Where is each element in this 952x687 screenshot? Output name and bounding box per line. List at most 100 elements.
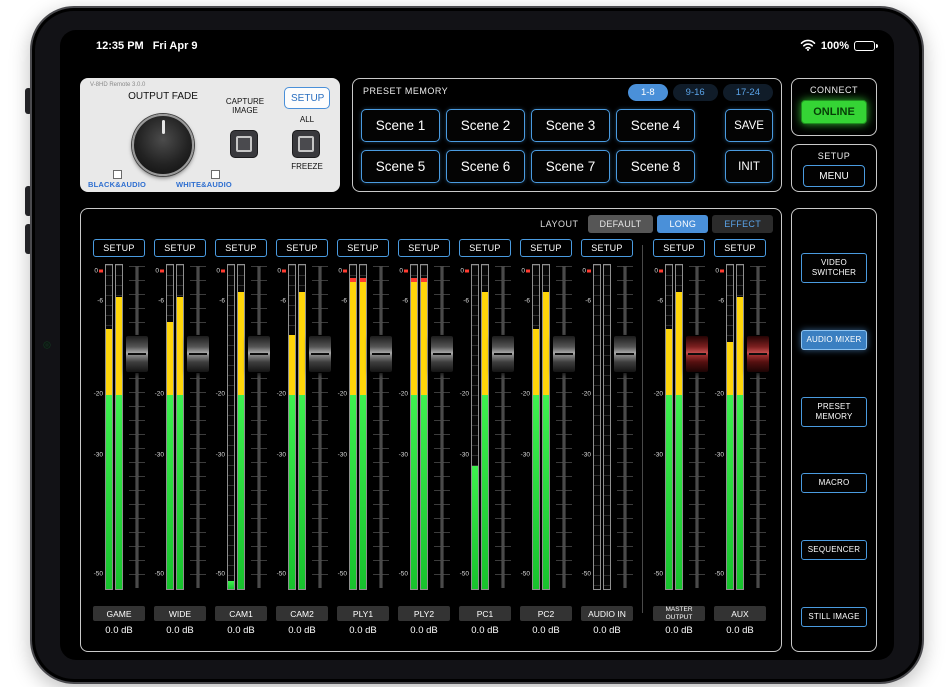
- channel-strip-game: SETUP0-6-20-30-50GAME0.0 dB: [89, 239, 149, 647]
- save-button[interactable]: SAVE: [725, 109, 773, 142]
- layout-option-effect[interactable]: EFFECT: [712, 215, 773, 233]
- sidebar-item-sequencer[interactable]: SEQUENCER: [801, 540, 867, 560]
- channel-setup-button-game[interactable]: SETUP: [93, 239, 145, 257]
- fader-knob[interactable]: [491, 335, 515, 373]
- fader-track: [696, 266, 699, 588]
- fader-knob[interactable]: [247, 335, 271, 373]
- fader[interactable]: [746, 264, 770, 590]
- fader[interactable]: [247, 264, 271, 590]
- channel-setup-button-audio-in[interactable]: SETUP: [581, 239, 633, 257]
- layout-option-long[interactable]: LONG: [657, 215, 708, 233]
- channel-setup-button-cam2[interactable]: SETUP: [276, 239, 328, 257]
- white-audio-label: WHITE&AUDIO: [176, 180, 232, 189]
- channel-setup-button-aux[interactable]: SETUP: [714, 239, 766, 257]
- fader-knob[interactable]: [369, 335, 393, 373]
- freeze-button[interactable]: [292, 130, 320, 158]
- scene-button-scene-4[interactable]: Scene 4: [616, 109, 695, 142]
- fader[interactable]: [186, 264, 210, 590]
- db-scale-label: -20: [338, 391, 347, 398]
- layout-options: DEFAULTLONGEFFECT: [588, 215, 773, 233]
- layout-option-default[interactable]: DEFAULT: [588, 215, 654, 233]
- meter-area: 0-6-20-30-50: [577, 264, 637, 590]
- channel-strip-cam2: SETUP0-6-20-30-50CAM20.0 dB: [272, 239, 332, 647]
- db-scale-label: -30: [277, 451, 286, 458]
- scene-button-scene-6[interactable]: Scene 6: [446, 150, 525, 183]
- fader-knob[interactable]: [308, 335, 332, 373]
- scene-button-scene-7[interactable]: Scene 7: [531, 150, 610, 183]
- channel-setup-button-cam1[interactable]: SETUP: [215, 239, 267, 257]
- app-screen: 12:35 PM Fri Apr 9 100%: [60, 30, 894, 660]
- channel-name-label: GAME: [93, 606, 145, 621]
- fader[interactable]: [613, 264, 637, 590]
- fader-knob[interactable]: [613, 335, 637, 373]
- db-scale-label: 0: [155, 267, 164, 274]
- fader[interactable]: [125, 264, 149, 590]
- ipad-frame: 12:35 PM Fri Apr 9 100%: [30, 6, 924, 684]
- db-scale-label: -50: [521, 570, 530, 577]
- level-meter-right: [481, 264, 489, 590]
- channel-setup-button-ply1[interactable]: SETUP: [337, 239, 389, 257]
- preset-memory-panel: PRESET MEMORY 1-89-1617-24 Scene 1Scene …: [352, 78, 782, 192]
- preset-tab-17-24[interactable]: 17-24: [723, 84, 773, 101]
- fader-knob[interactable]: [125, 335, 149, 373]
- meter-area: 0-6-20-30-50: [272, 264, 332, 590]
- meter-yellow-fill: [421, 282, 427, 395]
- db-scale-label: 0: [216, 267, 225, 274]
- sidebar-item-audio-mixer[interactable]: AUDIO MIXER: [801, 330, 867, 350]
- output-fade-knob[interactable]: [132, 114, 194, 176]
- fader-knob[interactable]: [430, 335, 454, 373]
- fader[interactable]: [491, 264, 515, 590]
- preset-tab-1-8[interactable]: 1-8: [628, 84, 668, 101]
- channel-name-label: AUX: [714, 606, 766, 621]
- channel-setup-button-pc1[interactable]: SETUP: [459, 239, 511, 257]
- channel-db-value: 0.0 dB: [726, 625, 753, 636]
- fader[interactable]: [308, 264, 332, 590]
- scene-button-scene-3[interactable]: Scene 3: [531, 109, 610, 142]
- db-scale-label: -6: [280, 298, 286, 305]
- db-scale-label: -30: [715, 451, 724, 458]
- scene-button-scene-5[interactable]: Scene 5: [361, 150, 440, 183]
- fader-knob[interactable]: [552, 335, 576, 373]
- meter-area: 0-6-20-30-50: [455, 264, 515, 590]
- setup-panel: SETUP MENU: [791, 144, 877, 192]
- channel-name-label: CAM2: [276, 606, 328, 621]
- channel-setup-button-master-output[interactable]: SETUP: [653, 239, 705, 257]
- preset-tab-9-16[interactable]: 9-16: [673, 84, 718, 101]
- init-button[interactable]: INIT: [725, 150, 773, 183]
- sidebar-item-video-switcher[interactable]: VIDEO SWITCHER: [801, 253, 867, 283]
- channel-db-value: 0.0 dB: [166, 625, 193, 636]
- db-scale-label: -50: [715, 570, 724, 577]
- db-scale: 0-6-20-30-50: [455, 264, 469, 590]
- channel-setup-button-pc2[interactable]: SETUP: [520, 239, 572, 257]
- sidebar-item-macro[interactable]: MACRO: [801, 473, 867, 493]
- level-meter-right: [115, 264, 123, 590]
- channel-setup-button-ply2[interactable]: SETUP: [398, 239, 450, 257]
- sidebar-item-still-image[interactable]: STILL IMAGE: [801, 607, 867, 627]
- fader[interactable]: [369, 264, 393, 590]
- sidebar-item-preset-memory[interactable]: PRESET MEMORY: [801, 397, 867, 427]
- scene-button-scene-8[interactable]: Scene 8: [616, 150, 695, 183]
- fader[interactable]: [685, 264, 709, 590]
- db-scale-label: -6: [158, 298, 164, 305]
- scene-button-scene-2[interactable]: Scene 2: [446, 109, 525, 142]
- db-scale-label: 0: [715, 267, 724, 274]
- fader-knob[interactable]: [186, 335, 210, 373]
- meter-green-fill: [228, 581, 234, 589]
- scene-button-scene-1[interactable]: Scene 1: [361, 109, 440, 142]
- meter-area: 0-6-20-30-50: [211, 264, 271, 590]
- channel-strip-master-output: SETUP0-6-20-30-50MASTER OUTPUT0.0 dB: [649, 239, 709, 647]
- db-scale-label: -50: [338, 570, 347, 577]
- fader[interactable]: [430, 264, 454, 590]
- fader[interactable]: [552, 264, 576, 590]
- capture-image-button[interactable]: [230, 130, 258, 158]
- meter-yellow-fill: [350, 282, 356, 395]
- fader-track: [197, 266, 200, 588]
- channel-strip-cam1: SETUP0-6-20-30-50CAM10.0 dB: [211, 239, 271, 647]
- fader-knob[interactable]: [685, 335, 709, 373]
- meter-green-fill: [360, 395, 366, 589]
- fader-knob[interactable]: [746, 335, 770, 373]
- channel-setup-button-wide[interactable]: SETUP: [154, 239, 206, 257]
- menu-button[interactable]: MENU: [803, 165, 865, 187]
- fade-setup-button[interactable]: SETUP: [284, 87, 330, 109]
- online-status-button[interactable]: ONLINE: [801, 100, 867, 124]
